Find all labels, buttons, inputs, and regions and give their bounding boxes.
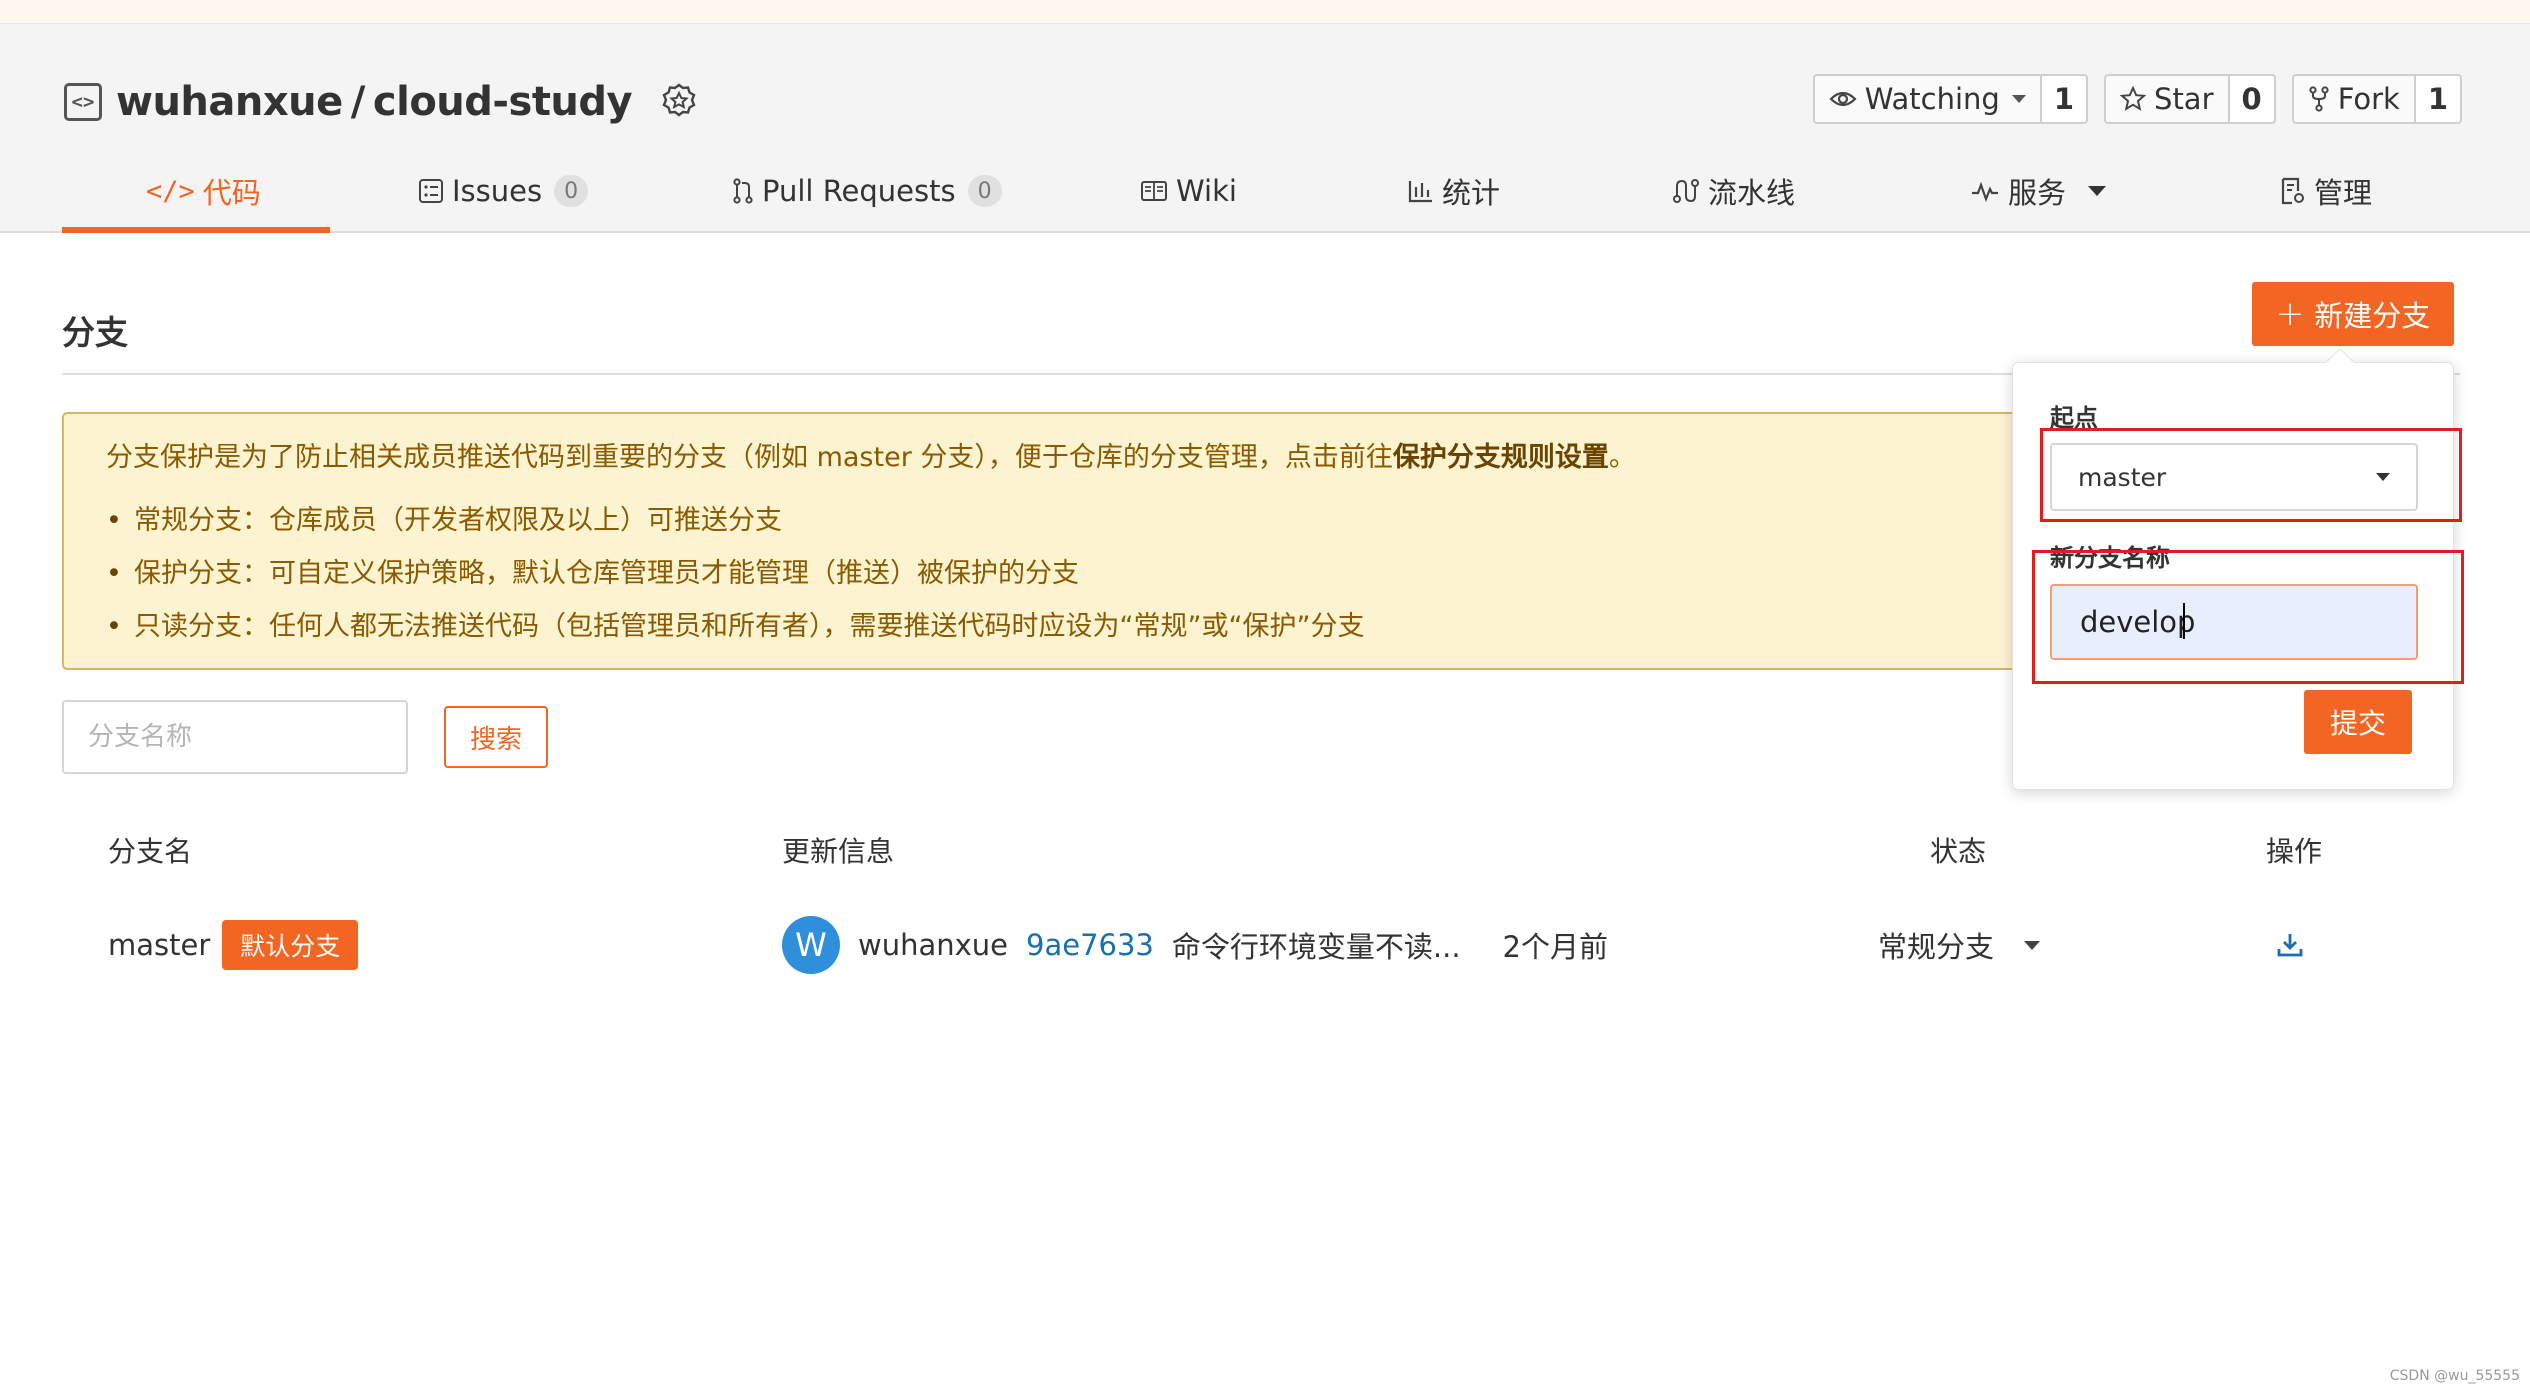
chevron-down-icon bbox=[2011, 95, 2026, 103]
pipeline-icon bbox=[1673, 179, 1699, 203]
download-button[interactable] bbox=[2276, 926, 2304, 964]
watermark: CSDN @wu_55555 bbox=[2389, 1368, 2520, 1384]
tab-issues[interactable]: Issues 0 bbox=[418, 148, 589, 234]
tab-wiki[interactable]: Wiki bbox=[1140, 148, 1237, 234]
watch-label: Watching bbox=[1864, 82, 2000, 116]
settings-doc-icon bbox=[2281, 177, 2304, 205]
commit-hash-link[interactable]: 9ae7633 bbox=[1026, 928, 1154, 962]
plus-icon: + bbox=[2275, 294, 2305, 334]
repo-actions: Watching 1 Star 0 Fork 1 bbox=[1812, 74, 2462, 124]
notice-item-readonly: 只读分支：任何人都无法推送代码（包括管理员和所有者），需要推送代码时应设为“常规… bbox=[106, 609, 1998, 644]
branch-status-label: 常规分支 bbox=[1878, 930, 1995, 964]
notice-intro-end: 。 bbox=[1608, 442, 1636, 473]
eye-icon bbox=[1829, 91, 1857, 107]
award-badge-icon bbox=[658, 81, 700, 123]
issues-icon bbox=[419, 179, 443, 203]
chevron-down-icon bbox=[2088, 186, 2107, 196]
tab-code-label: 代码 bbox=[202, 176, 261, 210]
page-title: 分支 bbox=[62, 313, 128, 352]
notice-intro: 分支保护是为了防止相关成员推送代码到重要的分支（例如 master 分支），便于… bbox=[106, 440, 1998, 475]
branch-protection-notice: 分支保护是为了防止相关成员推送代码到重要的分支（例如 master 分支），便于… bbox=[62, 412, 2042, 670]
tab-pipeline-label: 流水线 bbox=[1708, 176, 1796, 210]
chevron-down-icon bbox=[2024, 940, 2041, 950]
highlight-box-branch-name bbox=[2032, 550, 2464, 684]
branch-cell: master 默认分支 bbox=[108, 918, 359, 972]
star-icon bbox=[2120, 86, 2147, 111]
book-icon bbox=[1141, 181, 1167, 201]
tab-issues-count: 0 bbox=[554, 175, 589, 207]
tab-pull-requests-count: 0 bbox=[967, 175, 1002, 207]
default-branch-badge: 默认分支 bbox=[222, 920, 359, 970]
watch-button[interactable]: Watching 1 bbox=[1812, 74, 2089, 124]
repo-header: <> wuhanxue / cloud-study Watching 1 Sta… bbox=[0, 24, 2530, 233]
tab-manage[interactable]: 管理 bbox=[2280, 148, 2372, 234]
branch-name-link[interactable]: master bbox=[108, 928, 210, 962]
repo-owner-link[interactable]: wuhanxue bbox=[116, 79, 343, 125]
new-branch-button[interactable]: + 新建分支 bbox=[2252, 282, 2454, 346]
commit-author[interactable]: wuhanxue bbox=[858, 928, 1008, 962]
search-button[interactable]: 搜索 bbox=[444, 706, 548, 768]
repo-code-icon: <> bbox=[64, 83, 102, 121]
repo-name-link[interactable]: cloud-study bbox=[373, 79, 633, 125]
column-header-status: 状态 bbox=[1930, 835, 1987, 868]
tab-wiki-label: Wiki bbox=[1176, 174, 1237, 208]
tab-pull-requests[interactable]: Pull Requests 0 bbox=[732, 148, 1002, 234]
notice-intro-text: 分支保护是为了防止相关成员推送代码到重要的分支（例如 master 分支），便于… bbox=[106, 442, 1393, 473]
tab-issues-label: Issues bbox=[452, 174, 543, 208]
star-label: Star bbox=[2154, 82, 2214, 116]
avatar[interactable]: W bbox=[782, 916, 840, 974]
fork-count[interactable]: 1 bbox=[2413, 76, 2460, 122]
notice-item-regular: 常规分支：仓库成员（开发者权限及以上）可推送分支 bbox=[106, 503, 1998, 538]
star-button[interactable]: Star 0 bbox=[2104, 74, 2276, 124]
watch-count[interactable]: 1 bbox=[2039, 76, 2087, 122]
tab-pipeline[interactable]: 流水线 bbox=[1672, 148, 1795, 234]
new-branch-label: 新建分支 bbox=[2314, 299, 2431, 333]
commit-message: 命令行环境变量不读... bbox=[1171, 930, 1461, 964]
fork-label: Fork bbox=[2337, 82, 2400, 116]
submit-button[interactable]: 提交 bbox=[2304, 690, 2412, 754]
column-header-branch: 分支名 bbox=[108, 835, 193, 868]
pull-request-icon bbox=[733, 178, 753, 204]
repo-tabs: </> 代码 Issues 0 Pull Requests 0 Wiki 统计 … bbox=[62, 148, 2462, 234]
tab-services[interactable]: 服务 bbox=[1970, 148, 2107, 234]
protection-rules-link[interactable]: 保护分支规则设置 bbox=[1393, 442, 1609, 473]
branch-search-input[interactable] bbox=[62, 700, 408, 774]
commit-time: 2个月前 bbox=[1502, 930, 1608, 964]
star-count[interactable]: 0 bbox=[2227, 76, 2274, 122]
top-strip bbox=[0, 0, 2530, 24]
tab-services-label: 服务 bbox=[2008, 176, 2067, 210]
active-tab-indicator bbox=[62, 227, 330, 233]
highlight-box-start-point bbox=[2040, 428, 2462, 522]
repo-separator: / bbox=[350, 79, 366, 125]
fork-icon bbox=[2309, 86, 2329, 112]
fork-button[interactable]: Fork 1 bbox=[2291, 74, 2462, 124]
code-icon: </> bbox=[146, 175, 195, 207]
column-header-update: 更新信息 bbox=[782, 835, 895, 868]
tab-stats[interactable]: 统计 bbox=[1408, 148, 1500, 234]
tab-code[interactable]: </> 代码 bbox=[146, 148, 261, 234]
repo-title: <> wuhanxue / cloud-study bbox=[64, 72, 700, 132]
pulse-icon bbox=[1972, 181, 1998, 202]
branch-status-dropdown[interactable]: 常规分支 bbox=[1878, 918, 2041, 972]
tab-pull-requests-label: Pull Requests bbox=[762, 174, 956, 208]
notice-item-protected: 保护分支：可自定义保护策略，默认仓库管理员才能管理（推送）被保护的分支 bbox=[106, 556, 1998, 591]
notice-list: 常规分支：仓库成员（开发者权限及以上）可推送分支 保护分支：可自定义保护策略，默… bbox=[106, 503, 1998, 644]
column-header-ops: 操作 bbox=[2266, 835, 2323, 868]
bar-chart-icon bbox=[1408, 181, 1432, 203]
download-icon bbox=[2277, 934, 2303, 957]
update-info-cell: W wuhanxue 9ae7633 命令行环境变量不读... 2个月前 bbox=[782, 916, 1608, 974]
tab-stats-label: 统计 bbox=[1442, 176, 1501, 210]
tab-manage-label: 管理 bbox=[2314, 176, 2373, 210]
